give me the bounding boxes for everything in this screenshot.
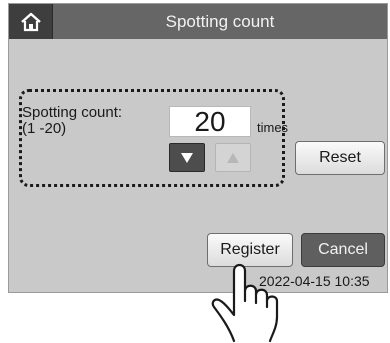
home-icon [20,12,41,31]
triangle-down-icon [181,152,193,163]
increment-button[interactable] [215,143,251,172]
spotting-count-label: Spotting count: [22,104,123,121]
home-button[interactable] [9,4,53,39]
title-bar: Spotting count [9,4,387,39]
unit-label: times [257,120,289,135]
cancel-button[interactable]: Cancel [301,233,385,267]
spotting-count-range: (1 -20) [22,120,67,137]
decrement-button[interactable] [169,143,205,172]
page-title: Spotting count [165,11,275,31]
triangle-up-icon [227,152,239,163]
reset-button[interactable]: Reset [295,141,385,175]
pointing-hand-icon [211,263,279,343]
spotting-count-value[interactable]: 20 [169,106,251,137]
device-screen: Spotting count Spotting count: (1 -20) 2… [8,3,388,293]
